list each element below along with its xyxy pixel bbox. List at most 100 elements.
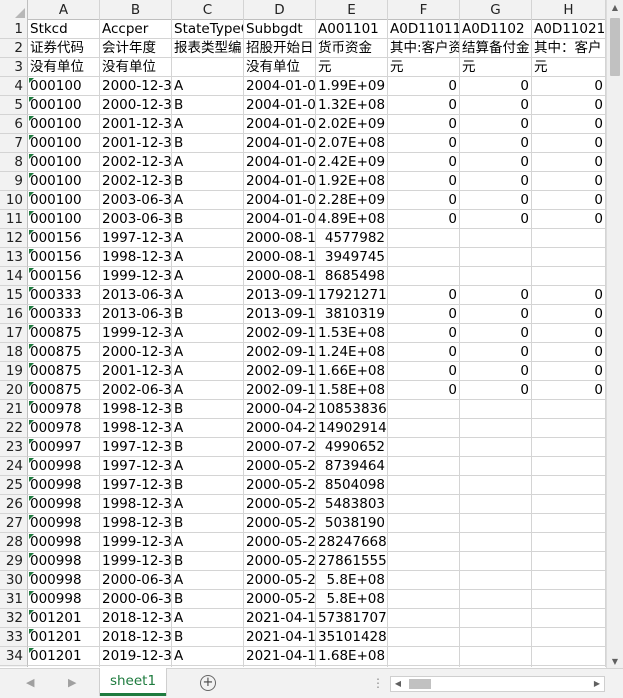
cell-c3[interactable] bbox=[172, 58, 244, 77]
cell-a2[interactable]: 证券代码 bbox=[28, 39, 100, 58]
cell-e31[interactable]: 5.8E+08 bbox=[316, 590, 388, 609]
cell-c13[interactable]: A bbox=[172, 248, 244, 267]
cell-a3[interactable]: 没有单位 bbox=[28, 58, 100, 77]
cell-e7[interactable]: 2.07E+08 bbox=[316, 134, 388, 153]
cell-h10[interactable]: 0 bbox=[532, 191, 606, 210]
number-as-text-indicator-icon[interactable] bbox=[29, 439, 34, 444]
cell-g6[interactable]: 0 bbox=[460, 115, 532, 134]
cell-e16[interactable]: 3810319 bbox=[316, 305, 388, 324]
cell-h31[interactable] bbox=[532, 590, 606, 609]
row-header[interactable]: 7 bbox=[0, 134, 28, 153]
cell-h20[interactable]: 0 bbox=[532, 381, 606, 400]
cell-g5[interactable]: 0 bbox=[460, 96, 532, 115]
cell-h23[interactable] bbox=[532, 438, 606, 457]
tab-splitter-handle[interactable]: ⋮ bbox=[372, 676, 384, 690]
cell-c23[interactable]: B bbox=[172, 438, 244, 457]
cell-c10[interactable]: A bbox=[172, 191, 244, 210]
number-as-text-indicator-icon[interactable] bbox=[29, 648, 34, 653]
cell-a10[interactable]: 000100 bbox=[28, 191, 100, 210]
cell-g32[interactable] bbox=[460, 609, 532, 628]
cell-f4[interactable]: 0 bbox=[388, 77, 460, 96]
cell-c27[interactable]: B bbox=[172, 514, 244, 533]
cell-a32[interactable]: 001201 bbox=[28, 609, 100, 628]
cell-c8[interactable]: A bbox=[172, 153, 244, 172]
row-header[interactable]: 26 bbox=[0, 495, 28, 514]
cell-h22[interactable] bbox=[532, 419, 606, 438]
cell-d23[interactable]: 2000-07-2 bbox=[244, 438, 316, 457]
cell-c12[interactable]: A bbox=[172, 229, 244, 248]
cell-g1[interactable]: A0D1102 bbox=[460, 20, 532, 39]
number-as-text-indicator-icon[interactable] bbox=[29, 629, 34, 634]
cell-d34[interactable]: 2021-04-1 bbox=[244, 647, 316, 666]
cell-a33[interactable]: 001201 bbox=[28, 628, 100, 647]
row-header[interactable]: 8 bbox=[0, 153, 28, 172]
cell-d29[interactable]: 2000-05-2 bbox=[244, 552, 316, 571]
row-header[interactable]: 28 bbox=[0, 533, 28, 552]
cell-f6[interactable]: 0 bbox=[388, 115, 460, 134]
number-as-text-indicator-icon[interactable] bbox=[29, 116, 34, 121]
row-header[interactable]: 29 bbox=[0, 552, 28, 571]
cell-a14[interactable]: 000156 bbox=[28, 267, 100, 286]
scroll-up-arrow-icon[interactable]: ▲ bbox=[607, 0, 623, 16]
cell-c7[interactable]: B bbox=[172, 134, 244, 153]
cell-e26[interactable]: 5483803 bbox=[316, 495, 388, 514]
cell-h16[interactable]: 0 bbox=[532, 305, 606, 324]
cell-b15[interactable]: 2013-06-3 bbox=[100, 286, 172, 305]
row-header[interactable]: 30 bbox=[0, 571, 28, 590]
row-header[interactable]: 32 bbox=[0, 609, 28, 628]
number-as-text-indicator-icon[interactable] bbox=[29, 553, 34, 558]
cell-b24[interactable]: 1997-12-3 bbox=[100, 457, 172, 476]
row-header[interactable]: 14 bbox=[0, 267, 28, 286]
cell-c1[interactable]: StateTypeC bbox=[172, 20, 244, 39]
cell-b4[interactable]: 2000-12-3 bbox=[100, 77, 172, 96]
cell-h34[interactable] bbox=[532, 647, 606, 666]
cell-c30[interactable]: A bbox=[172, 571, 244, 590]
cell-g12[interactable] bbox=[460, 229, 532, 248]
cell-h15[interactable]: 0 bbox=[532, 286, 606, 305]
cell-h35[interactable] bbox=[532, 666, 606, 667]
cell-a7[interactable]: 000100 bbox=[28, 134, 100, 153]
cell-h6[interactable]: 0 bbox=[532, 115, 606, 134]
number-as-text-indicator-icon[interactable] bbox=[29, 534, 34, 539]
cell-h12[interactable] bbox=[532, 229, 606, 248]
cell-d31[interactable]: 2000-05-2 bbox=[244, 590, 316, 609]
cell-c35[interactable] bbox=[172, 666, 244, 667]
cell-d21[interactable]: 2000-04-2 bbox=[244, 400, 316, 419]
cell-c21[interactable]: B bbox=[172, 400, 244, 419]
cell-b9[interactable]: 2002-12-3 bbox=[100, 172, 172, 191]
row-header[interactable]: 9 bbox=[0, 172, 28, 191]
cell-g25[interactable] bbox=[460, 476, 532, 495]
cell-b23[interactable]: 1997-12-3 bbox=[100, 438, 172, 457]
column-header-e[interactable]: E bbox=[316, 0, 388, 20]
cell-e5[interactable]: 1.32E+08 bbox=[316, 96, 388, 115]
cell-g11[interactable]: 0 bbox=[460, 210, 532, 229]
number-as-text-indicator-icon[interactable] bbox=[29, 591, 34, 596]
cell-g8[interactable]: 0 bbox=[460, 153, 532, 172]
cell-e25[interactable]: 8504098 bbox=[316, 476, 388, 495]
cell-h33[interactable] bbox=[532, 628, 606, 647]
cell-f1[interactable]: A0D11011 bbox=[388, 20, 460, 39]
cell-g22[interactable] bbox=[460, 419, 532, 438]
cell-d33[interactable]: 2021-04-1 bbox=[244, 628, 316, 647]
row-header[interactable]: 13 bbox=[0, 248, 28, 267]
sheet-tab-sheet1[interactable]: sheet1 bbox=[100, 668, 166, 696]
cell-f34[interactable] bbox=[388, 647, 460, 666]
cell-f26[interactable] bbox=[388, 495, 460, 514]
cell-h11[interactable]: 0 bbox=[532, 210, 606, 229]
cell-g14[interactable] bbox=[460, 267, 532, 286]
cell-e24[interactable]: 8739464 bbox=[316, 457, 388, 476]
cell-h30[interactable] bbox=[532, 571, 606, 590]
cell-h2[interactable]: 其中：客户 bbox=[532, 39, 606, 58]
cell-b10[interactable]: 2003-06-3 bbox=[100, 191, 172, 210]
cell-e23[interactable]: 4990652 bbox=[316, 438, 388, 457]
number-as-text-indicator-icon[interactable] bbox=[29, 97, 34, 102]
row-header[interactable]: 22 bbox=[0, 419, 28, 438]
cell-a28[interactable]: 000998 bbox=[28, 533, 100, 552]
cell-f20[interactable]: 0 bbox=[388, 381, 460, 400]
cell-f3[interactable]: 元 bbox=[388, 58, 460, 77]
cell-f8[interactable]: 0 bbox=[388, 153, 460, 172]
cell-b32[interactable]: 2018-12-3 bbox=[100, 609, 172, 628]
cell-c28[interactable]: A bbox=[172, 533, 244, 552]
cell-e15[interactable]: 17921271 bbox=[316, 286, 388, 305]
row-header[interactable]: 33 bbox=[0, 628, 28, 647]
